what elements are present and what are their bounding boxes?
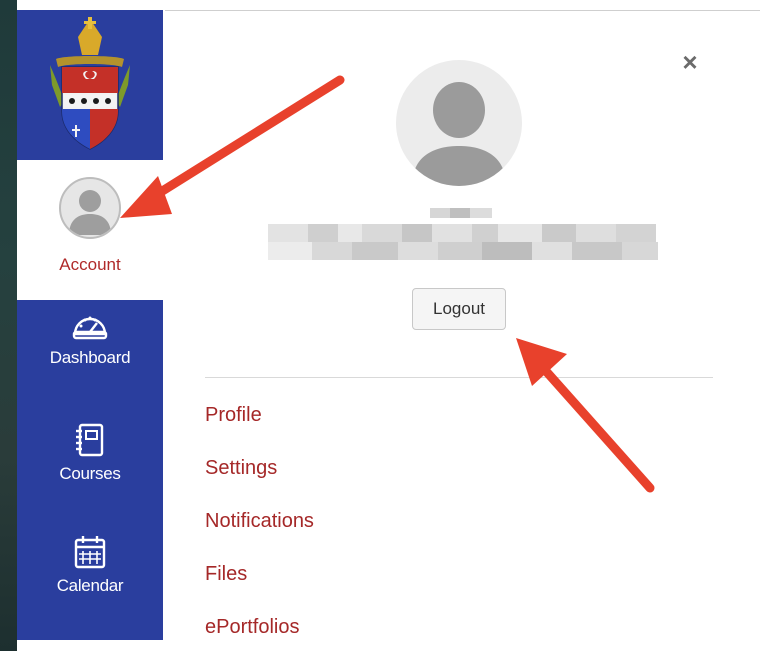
tray-divider bbox=[205, 377, 713, 378]
background-edge bbox=[0, 0, 17, 651]
nav-courses-label: Courses bbox=[59, 464, 121, 483]
close-icon[interactable]: × bbox=[678, 49, 702, 75]
institution-logo[interactable] bbox=[17, 10, 163, 160]
arrow-to-logout bbox=[516, 338, 655, 493]
calendar-icon bbox=[74, 536, 106, 569]
nav-dashboard[interactable]: Dashboard bbox=[17, 308, 163, 368]
nav-account[interactable]: Account bbox=[17, 160, 163, 300]
logout-button[interactable]: Logout bbox=[412, 288, 506, 330]
account-avatar bbox=[59, 177, 121, 239]
coat-of-arms-icon bbox=[50, 17, 130, 150]
user-placeholder-icon bbox=[412, 82, 506, 186]
link-eportfolios[interactable]: ePortfolios bbox=[205, 612, 314, 665]
global-navigation: Account Dashboard Courses Calendar bbox=[17, 10, 163, 640]
nav-calendar[interactable]: Calendar bbox=[17, 534, 163, 596]
link-files[interactable]: Files bbox=[205, 559, 314, 612]
link-notifications[interactable]: Notifications bbox=[205, 506, 314, 559]
courses-book-icon bbox=[76, 423, 104, 457]
top-border bbox=[165, 10, 760, 11]
nav-dashboard-label: Dashboard bbox=[49, 348, 131, 367]
link-settings[interactable]: Settings bbox=[205, 453, 314, 506]
nav-calendar-label: Calendar bbox=[56, 576, 124, 595]
dashboard-gauge-icon bbox=[72, 316, 108, 340]
nav-courses[interactable]: Courses bbox=[17, 422, 163, 484]
nav-account-label: Account bbox=[59, 255, 121, 274]
redacted-user-name bbox=[268, 208, 658, 260]
user-placeholder-icon bbox=[69, 190, 111, 235]
account-links: Profile Settings Notifications Files ePo… bbox=[205, 400, 314, 665]
profile-avatar bbox=[396, 60, 522, 186]
link-profile[interactable]: Profile bbox=[205, 400, 314, 453]
